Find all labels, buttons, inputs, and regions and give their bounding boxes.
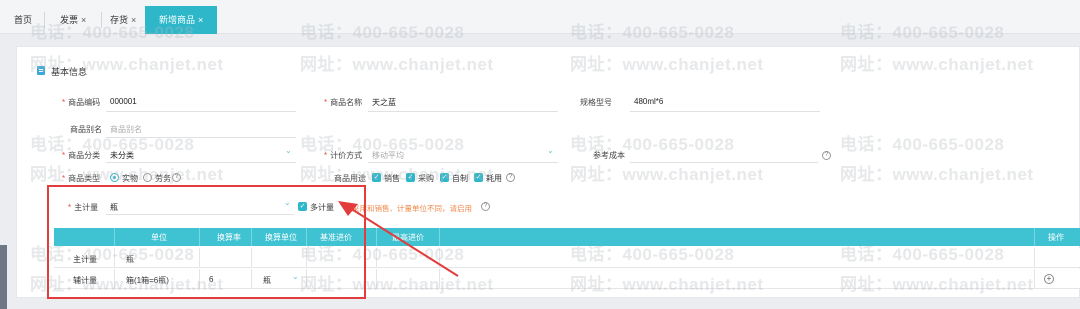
tab-separator xyxy=(101,12,102,28)
tab-inventory[interactable]: 存货 × xyxy=(110,6,136,34)
tab-label: 新增商品 xyxy=(159,15,196,25)
name-input[interactable]: 天之蓝 xyxy=(372,97,396,108)
alias-underline xyxy=(106,137,296,138)
help-icon[interactable]: ? xyxy=(172,173,181,182)
annotation-arrow-icon xyxy=(338,201,459,277)
tab-label: 首页 xyxy=(14,15,33,25)
help-icon[interactable]: ? xyxy=(822,151,831,160)
type-radio-service[interactable] xyxy=(143,173,152,182)
usage-checkbox-purchase[interactable]: ✓ xyxy=(406,173,415,182)
header-divider xyxy=(1034,228,1035,246)
usage-option-consume: 耗用 xyxy=(486,174,502,183)
code-underline xyxy=(106,111,296,112)
col-actions: 操作 xyxy=(1048,233,1064,242)
sidebar-edge xyxy=(0,245,7,309)
close-icon[interactable]: × xyxy=(198,15,203,25)
ref-cost-label: 参考成本 xyxy=(593,151,625,160)
document-icon xyxy=(37,66,45,75)
annotation-box xyxy=(47,185,366,299)
close-icon[interactable]: × xyxy=(131,15,136,25)
pricing-label: * 计价方式 xyxy=(324,151,363,160)
help-icon[interactable]: ? xyxy=(481,202,490,211)
usage-label: 商品用途 xyxy=(334,174,366,183)
spec-label: 规格型号 xyxy=(580,98,612,107)
name-label: * 商品名称 xyxy=(324,98,363,107)
tab-new-product[interactable]: 新增商品 × xyxy=(145,6,218,34)
add-row-icon[interactable]: + xyxy=(1044,274,1054,284)
type-option-goods: 实物 xyxy=(122,174,138,183)
help-icon[interactable]: ? xyxy=(506,173,515,182)
tab-home[interactable]: 首页 xyxy=(14,6,32,34)
section-title: 基本信息 xyxy=(51,67,88,77)
spec-underline xyxy=(630,111,820,112)
tab-separator xyxy=(44,12,45,28)
usage-option-self-made: 自制 xyxy=(452,174,468,183)
name-underline xyxy=(368,111,558,112)
usage-option-sale: 销售 xyxy=(384,174,400,183)
code-label: * 商品编码 xyxy=(62,98,101,107)
chevron-down-icon[interactable]: ⌄ xyxy=(547,146,554,155)
category-label: * 商品分类 xyxy=(62,151,101,160)
tab-label: 存货 xyxy=(110,15,129,25)
type-option-service: 劳务 xyxy=(155,174,171,183)
alias-label: 商品别名 xyxy=(70,125,102,134)
usage-checkbox-consume[interactable]: ✓ xyxy=(474,173,483,182)
cell-divider xyxy=(1034,269,1035,289)
spec-input[interactable]: 480ml*6 xyxy=(634,97,663,106)
alias-input[interactable]: 商品别名 xyxy=(110,124,142,135)
type-label: * 商品类型 xyxy=(62,174,101,183)
usage-option-purchase: 采购 xyxy=(418,174,434,183)
pricing-underline xyxy=(368,162,558,163)
code-input[interactable]: 000001 xyxy=(110,97,137,106)
category-select[interactable]: 未分类 xyxy=(110,150,134,161)
pricing-select[interactable]: 移动平均 xyxy=(372,150,404,161)
category-underline xyxy=(106,162,296,163)
tab-invoice[interactable]: 发票 × xyxy=(60,6,86,34)
usage-checkbox-self-made[interactable]: ✓ xyxy=(440,173,449,182)
usage-checkbox-sale[interactable]: ✓ xyxy=(372,173,381,182)
close-icon[interactable]: × xyxy=(81,15,86,25)
type-radio-goods[interactable] xyxy=(110,173,119,182)
tab-label: 发票 xyxy=(60,15,79,25)
ref-cost-input[interactable] xyxy=(630,162,818,163)
tab-bar: 首页 发票 × 存货 × 新增商品 × xyxy=(0,0,1080,34)
cell-divider xyxy=(1034,248,1035,268)
chevron-down-icon[interactable]: ⌄ xyxy=(285,146,292,155)
